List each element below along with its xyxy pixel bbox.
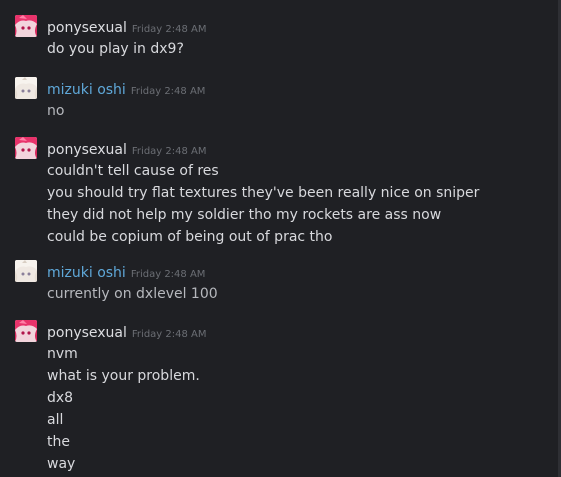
message-header: mizuki oshi Friday 2:48 AM xyxy=(47,79,206,98)
message-body: currently on dxlevel 100 xyxy=(47,283,218,305)
username[interactable]: ponysexual xyxy=(47,20,127,36)
chat-log: ponysexual Friday 2:48 AM do you play in … xyxy=(0,0,561,477)
message-body: nvm what is your problem. dx8 all the wa… xyxy=(47,343,200,475)
pink-anime-avatar-icon[interactable] xyxy=(15,137,37,159)
message-header: mizuki oshi Friday 2:48 AM xyxy=(47,262,206,281)
pink-anime-avatar-icon[interactable] xyxy=(15,15,37,37)
message-line: couldn't tell cause of res xyxy=(47,163,219,179)
message-line: no xyxy=(47,103,65,119)
message-line: all xyxy=(47,412,64,428)
timestamp: Friday 2:48 AM xyxy=(131,146,207,157)
timestamp: Friday 2:48 AM xyxy=(131,24,207,35)
message-line: nvm xyxy=(47,346,78,362)
message-line: do you play in dx9? xyxy=(47,41,184,57)
white-hair-anime-avatar-icon[interactable] xyxy=(15,77,37,99)
timestamp: Friday 2:48 AM xyxy=(131,329,207,340)
white-hair-anime-avatar-icon[interactable] xyxy=(15,260,37,282)
message-header: ponysexual Friday 2:48 AM xyxy=(47,139,207,158)
message-header: ponysexual Friday 2:48 AM xyxy=(47,322,207,341)
message-line: way xyxy=(47,456,76,472)
message-body: couldn't tell cause of res you should tr… xyxy=(47,160,479,248)
username[interactable]: mizuki oshi xyxy=(47,82,126,98)
message-line: currently on dxlevel 100 xyxy=(47,286,218,302)
message-line: they did not help my soldier tho my rock… xyxy=(47,207,442,223)
message-line: could be copium of being out of prac tho xyxy=(47,229,333,245)
message-header: ponysexual Friday 2:48 AM xyxy=(47,17,207,36)
username[interactable]: ponysexual xyxy=(47,142,127,158)
message-line: dx8 xyxy=(47,390,74,406)
timestamp: Friday 2:48 AM xyxy=(130,86,206,97)
message-line: the xyxy=(47,434,70,450)
timestamp: Friday 2:48 AM xyxy=(130,269,206,280)
message-line: what is your problem. xyxy=(47,368,200,384)
username[interactable]: mizuki oshi xyxy=(47,265,126,281)
username[interactable]: ponysexual xyxy=(47,325,127,341)
message-body: do you play in dx9? xyxy=(47,38,184,60)
pink-anime-avatar-icon[interactable] xyxy=(15,320,37,342)
message-line: you should try flat textures they've bee… xyxy=(47,185,480,201)
message-body: no xyxy=(47,100,64,122)
